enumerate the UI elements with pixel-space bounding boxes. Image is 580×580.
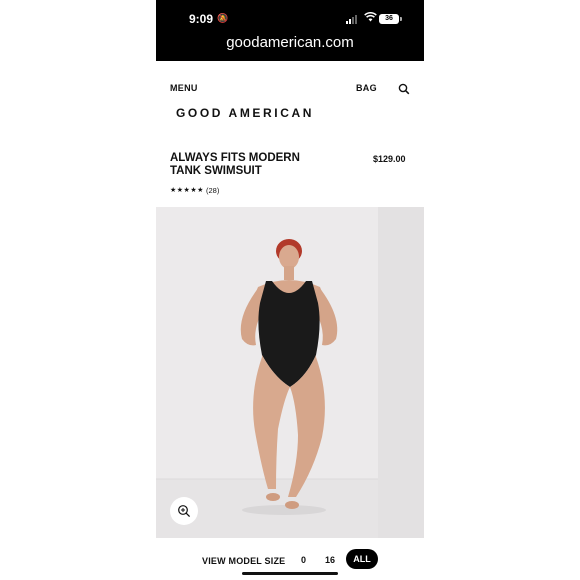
status-time: 9:09 (189, 12, 214, 26)
product-price: $129.00 (373, 154, 406, 164)
model-size-option-16[interactable]: 16 (325, 555, 335, 565)
model-size-option-0[interactable]: 0 (301, 555, 306, 565)
product-image[interactable] (156, 207, 424, 538)
browser-top-bar: 9:09 🔕 36 goodamerican.com (156, 0, 424, 61)
search-icon[interactable] (398, 82, 410, 95)
rating-stars[interactable]: ★★★★★ (170, 186, 204, 194)
model-photo (156, 207, 424, 538)
silent-bell-icon: 🔕 (217, 13, 229, 23)
site-logo[interactable]: GOOD AMERICAN (176, 106, 314, 120)
battery-tip (400, 17, 402, 21)
bag-button[interactable]: BAG (356, 83, 377, 93)
model-size-option-all[interactable]: ALL (346, 549, 378, 569)
wifi-icon (364, 11, 377, 25)
signal-icon (346, 14, 360, 24)
review-count[interactable]: (28) (206, 186, 219, 195)
address-bar[interactable]: goodamerican.com (156, 34, 424, 51)
home-indicator[interactable] (242, 572, 338, 575)
status-bar: 9:09 🔕 36 (156, 10, 424, 28)
zoom-in-icon (178, 505, 191, 518)
battery-icon: 36 (379, 14, 399, 24)
zoom-button[interactable] (170, 497, 198, 525)
phone-screen: 9:09 🔕 36 goodamerican.com MENU BAG GOOD… (156, 0, 424, 580)
product-title: ALWAYS FITS MODERN TANK SWIMSUIT (170, 152, 300, 177)
view-model-size-label: VIEW MODEL SIZE (202, 556, 286, 566)
menu-button[interactable]: MENU (170, 83, 198, 93)
